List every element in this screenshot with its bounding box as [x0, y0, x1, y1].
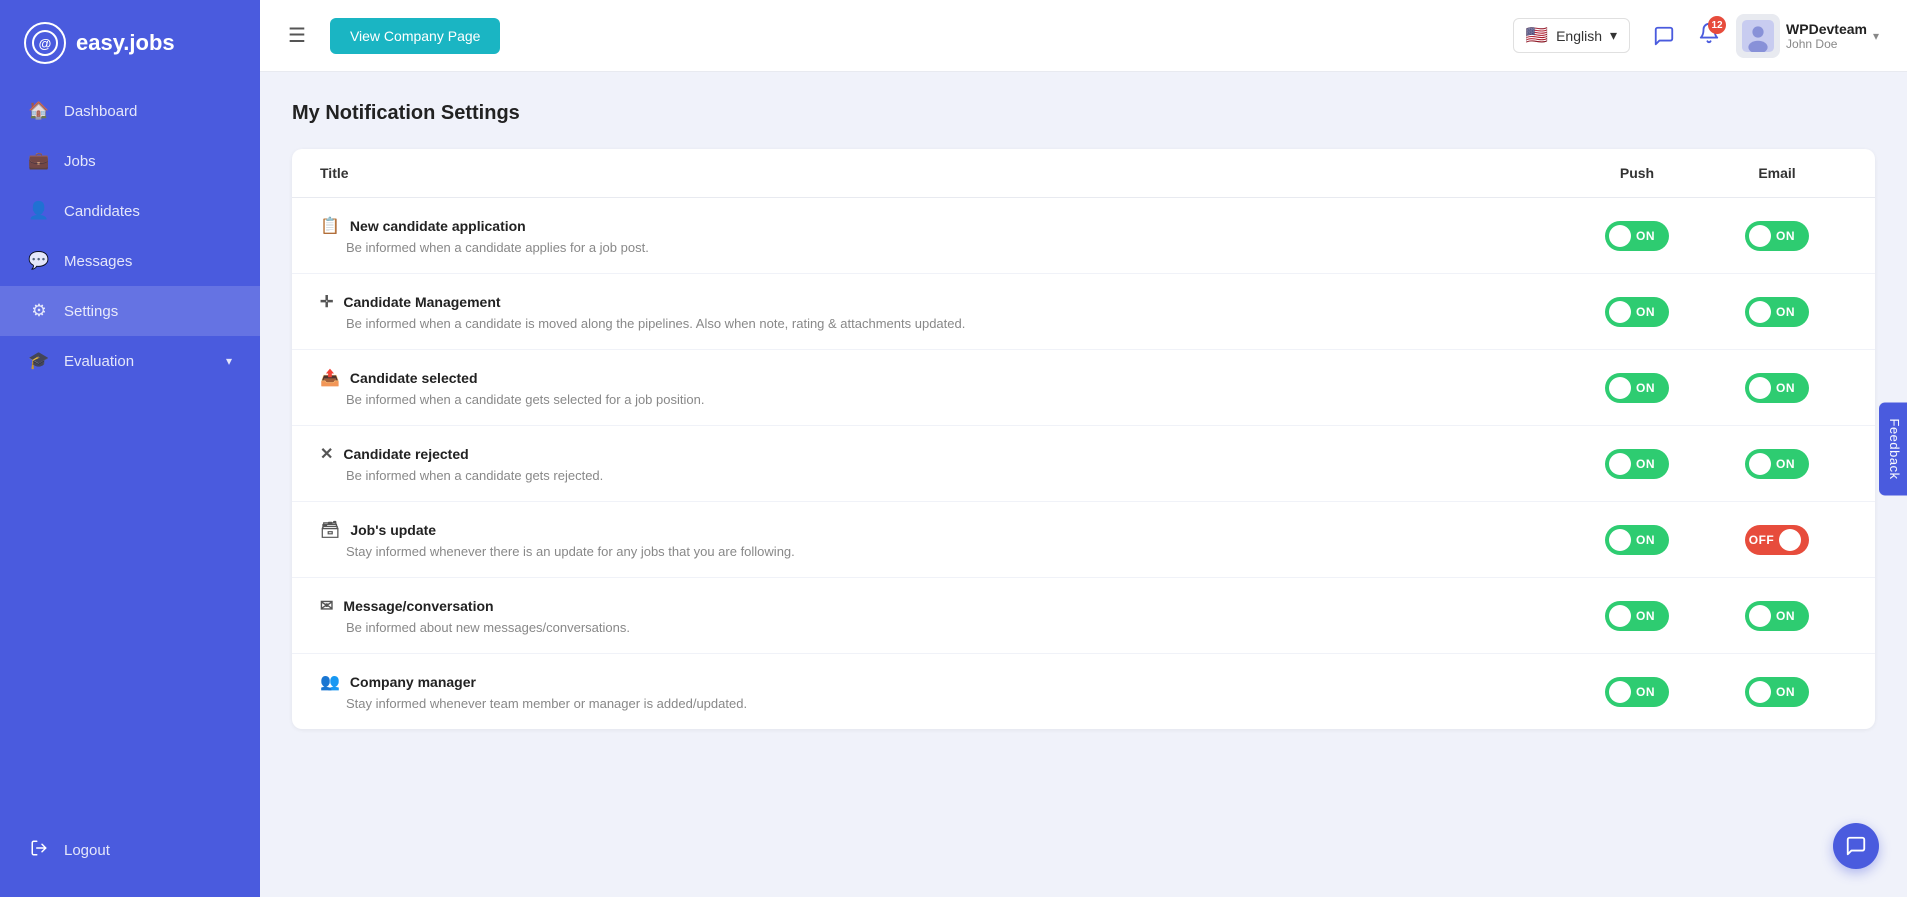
table-row: ✛ Candidate Management Be informed when …	[292, 274, 1875, 350]
feedback-tab[interactable]: Feedback	[1879, 402, 1907, 495]
row-desc-candidate-rejected: Be informed when a candidate gets reject…	[346, 468, 1567, 483]
logo-area[interactable]: @ easy.jobs	[0, 0, 260, 86]
table-row: 📋 New candidate application Be informed …	[292, 198, 1875, 274]
menu-icon[interactable]: ☰	[288, 23, 306, 48]
email-toggle-new-candidate[interactable]: ON	[1745, 221, 1809, 251]
col-push-header: Push	[1567, 165, 1707, 181]
company-manager-icon: 👥	[320, 672, 340, 692]
row-title-candidate-selected: Candidate selected	[350, 370, 478, 386]
user-menu[interactable]: WPDevteam John Doe ▾	[1736, 14, 1879, 58]
jobs-icon: 💼	[28, 151, 50, 171]
table-row: ✉ Message/conversation Be informed about…	[292, 578, 1875, 654]
table-row: 🗃 Job's update Stay informed whenever th…	[292, 502, 1875, 578]
chat-bubble[interactable]	[1833, 823, 1879, 869]
row-title-company-manager: Company manager	[350, 674, 476, 690]
settings-icon: ⚙	[28, 301, 50, 321]
push-toggle-candidate-selected[interactable]: ON	[1605, 373, 1669, 403]
push-toggle-new-candidate[interactable]: ON	[1605, 221, 1669, 251]
push-toggle-candidate-rejected[interactable]: ON	[1605, 449, 1669, 479]
page-title: My Notification Settings	[292, 102, 1875, 125]
evaluation-icon: 🎓	[28, 351, 50, 371]
row-title-new-candidate: New candidate application	[350, 218, 526, 234]
view-company-page-button[interactable]: View Company Page	[330, 18, 500, 54]
table-row: 👥 Company manager Stay informed whenever…	[292, 654, 1875, 729]
home-icon: 🏠	[28, 101, 50, 121]
sidebar-item-logout[interactable]: Logout	[0, 824, 260, 877]
language-chevron-icon: ▾	[1610, 27, 1617, 44]
new-candidate-icon: 📋	[320, 216, 340, 236]
row-desc-company-manager: Stay informed whenever team member or ma…	[346, 696, 1567, 711]
row-desc-message: Be informed about new messages/conversat…	[346, 620, 1567, 635]
user-name: WPDevteam	[1786, 21, 1867, 37]
email-toggle-message[interactable]: ON	[1745, 601, 1809, 631]
push-toggle-jobs-update[interactable]: ON	[1605, 525, 1669, 555]
candidate-mgmt-icon: ✛	[320, 292, 333, 312]
chat-icon[interactable]	[1646, 18, 1682, 54]
sidebar-item-candidates[interactable]: 👤 Candidates	[0, 186, 260, 236]
row-desc-jobs-update: Stay informed whenever there is an updat…	[346, 544, 1567, 559]
push-toggle-candidate-mgmt[interactable]: ON	[1605, 297, 1669, 327]
logo-icon: @	[24, 22, 66, 64]
chevron-down-icon: ▾	[226, 354, 232, 368]
row-title-candidate-mgmt: Candidate Management	[343, 294, 500, 310]
col-email-header: Email	[1707, 165, 1847, 181]
user-subtitle: John Doe	[1786, 37, 1867, 51]
candidate-selected-icon: 📤	[320, 368, 340, 388]
push-toggle-company-manager[interactable]: ON	[1605, 677, 1669, 707]
language-label: English	[1556, 28, 1602, 44]
row-title-jobs-update: Job's update	[350, 522, 436, 538]
main-content: ☰ View Company Page 🇺🇸 English ▾ 12	[260, 0, 1907, 897]
row-title-candidate-rejected: Candidate rejected	[343, 446, 468, 462]
sidebar-item-dashboard[interactable]: 🏠 Dashboard	[0, 86, 260, 136]
logo-text: easy.jobs	[76, 30, 175, 56]
email-toggle-candidate-selected[interactable]: ON	[1745, 373, 1809, 403]
messages-icon: 💬	[28, 251, 50, 271]
row-desc-candidate-mgmt: Be informed when a candidate is moved al…	[346, 316, 1567, 331]
email-toggle-company-manager[interactable]: ON	[1745, 677, 1809, 707]
language-selector[interactable]: 🇺🇸 English ▾	[1513, 18, 1630, 53]
row-desc-new-candidate: Be informed when a candidate applies for…	[346, 240, 1567, 255]
notification-settings-card: Title Push Email 📋 New candidate applica…	[292, 149, 1875, 729]
push-toggle-message[interactable]: ON	[1605, 601, 1669, 631]
user-chevron-icon: ▾	[1873, 29, 1879, 43]
sidebar-item-jobs[interactable]: 💼 Jobs	[0, 136, 260, 186]
sidebar-item-settings[interactable]: ⚙ Settings	[0, 286, 260, 336]
email-toggle-jobs-update[interactable]: OFF	[1745, 525, 1810, 555]
row-desc-candidate-selected: Be informed when a candidate gets select…	[346, 392, 1567, 407]
logout-icon	[28, 839, 50, 862]
candidate-rejected-icon: ✕	[320, 444, 333, 464]
candidates-icon: 👤	[28, 201, 50, 221]
sidebar-item-evaluation[interactable]: 🎓 Evaluation ▾	[0, 336, 260, 386]
flag-icon: 🇺🇸	[1526, 25, 1548, 46]
email-toggle-candidate-rejected[interactable]: ON	[1745, 449, 1809, 479]
header: ☰ View Company Page 🇺🇸 English ▾ 12	[260, 0, 1907, 72]
table-row: 📤 Candidate selected Be informed when a …	[292, 350, 1875, 426]
email-toggle-candidate-mgmt[interactable]: ON	[1745, 297, 1809, 327]
col-title-header: Title	[320, 165, 1567, 181]
page-content: My Notification Settings Title Push Emai…	[260, 72, 1907, 897]
table-header: Title Push Email	[292, 149, 1875, 198]
notification-count-badge: 12	[1708, 16, 1726, 34]
table-row: ✕ Candidate rejected Be informed when a …	[292, 426, 1875, 502]
sidebar: @ easy.jobs 🏠 Dashboard 💼 Jobs 👤 Candida…	[0, 0, 260, 897]
notifications-bell[interactable]: 12	[1698, 22, 1720, 49]
svg-text:@: @	[39, 36, 52, 51]
jobs-update-icon: 🗃	[320, 520, 340, 540]
row-title-message: Message/conversation	[343, 598, 493, 614]
sidebar-item-messages[interactable]: 💬 Messages	[0, 236, 260, 286]
message-icon: ✉	[320, 596, 333, 616]
